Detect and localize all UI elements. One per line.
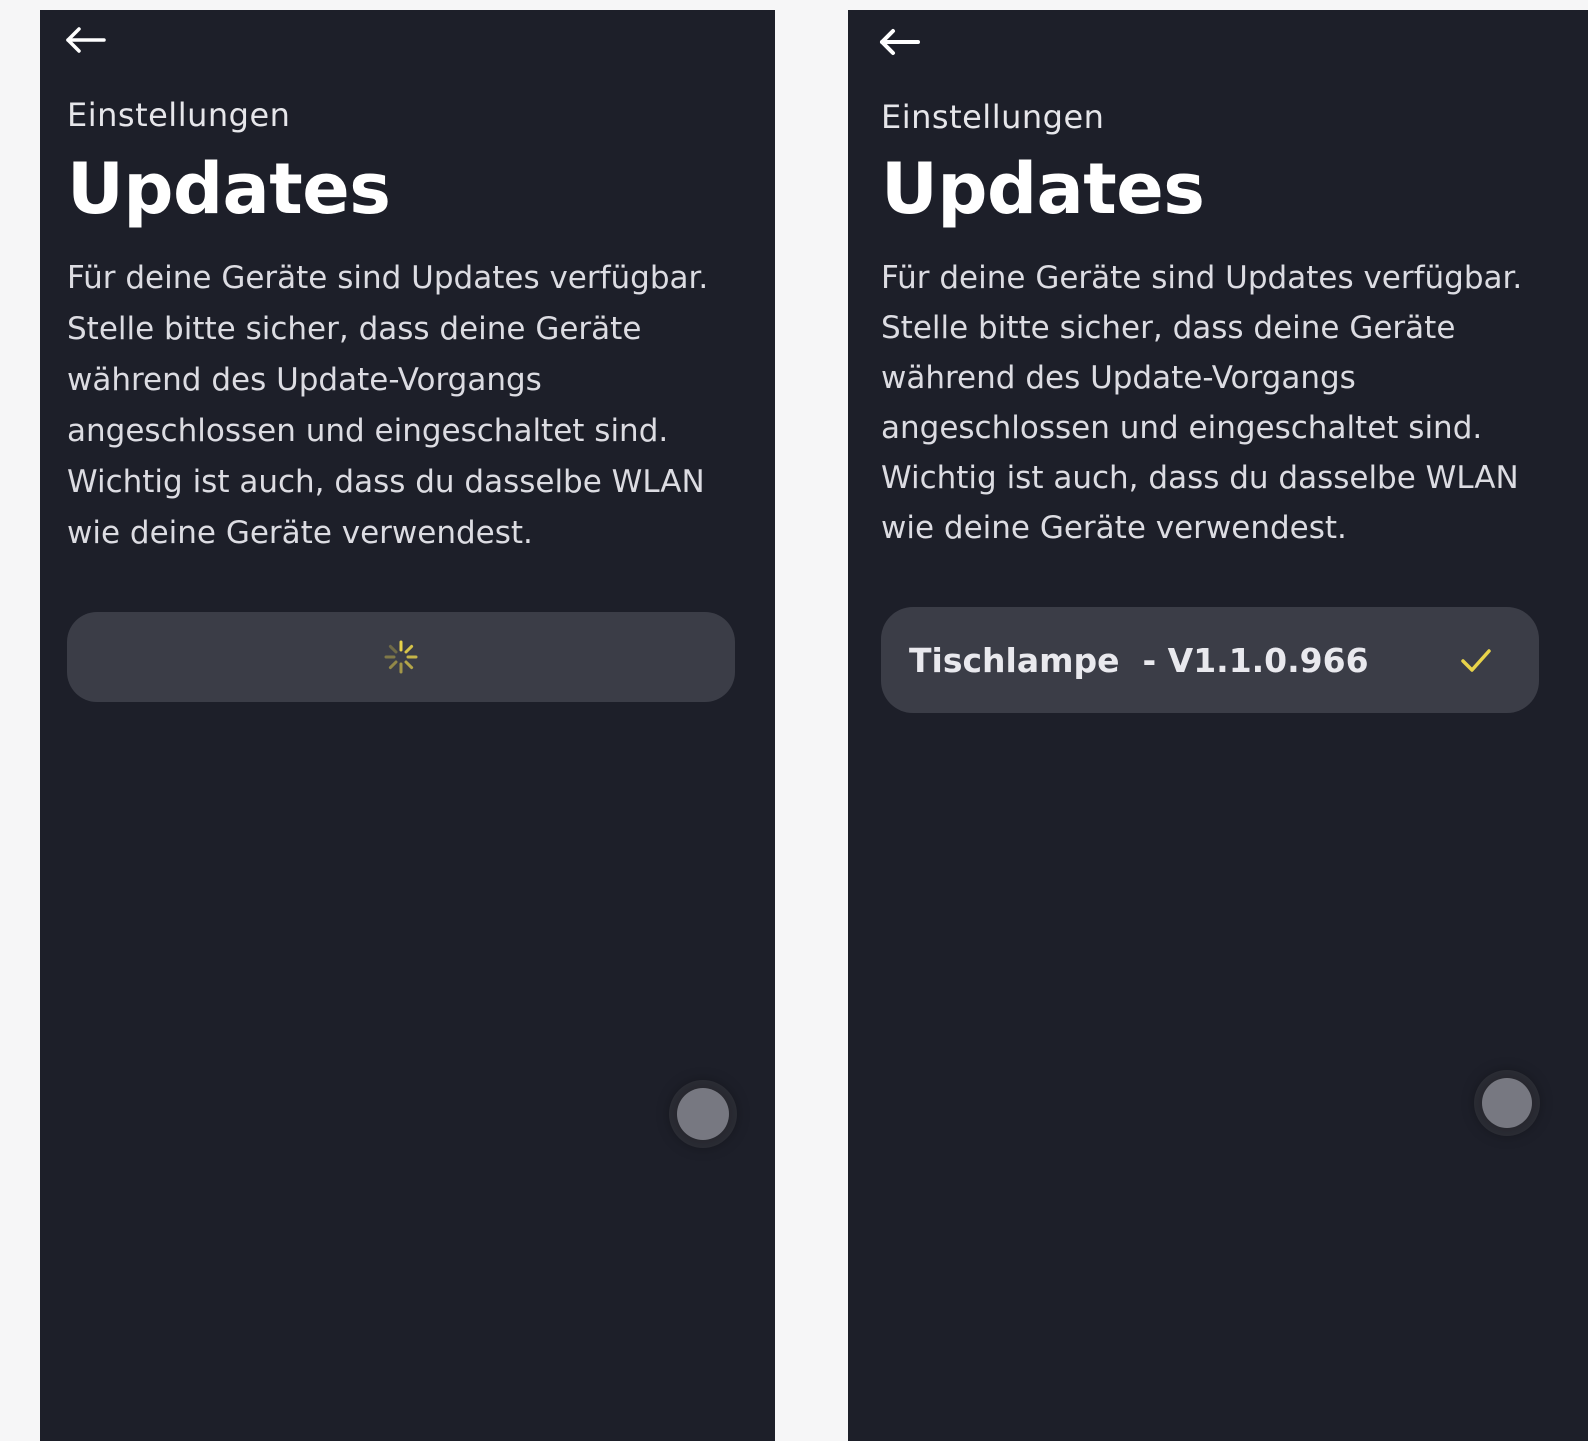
floating-action-button[interactable] (677, 1088, 729, 1140)
spinner-icon (384, 640, 418, 674)
back-button[interactable] (874, 22, 926, 62)
device-update-item[interactable]: Tischlampe - V1.1.0.966 (881, 607, 1539, 713)
back-button[interactable] (60, 20, 112, 60)
breadcrumb: Einstellungen (881, 98, 1105, 136)
floating-action-button[interactable] (1482, 1078, 1532, 1128)
updates-screen-loaded: Einstellungen Updates Für deine Geräte s… (848, 10, 1588, 1441)
description-text: Für deine Geräte sind Updates verfügbar.… (881, 260, 1523, 546)
description-text: Für deine Geräte sind Updates verfügbar.… (67, 260, 709, 551)
page-title: Updates (881, 148, 1205, 230)
updates-screen-loading: Einstellungen Updates Für deine Geräte s… (40, 10, 775, 1441)
arrow-left-icon (880, 29, 920, 55)
arrow-left-icon (66, 27, 106, 53)
device-list-loading (67, 612, 735, 702)
check-icon (1461, 649, 1491, 672)
device-label: Tischlampe - V1.1.0.966 (909, 640, 1369, 680)
page-title: Updates (67, 148, 391, 230)
breadcrumb: Einstellungen (67, 96, 291, 134)
